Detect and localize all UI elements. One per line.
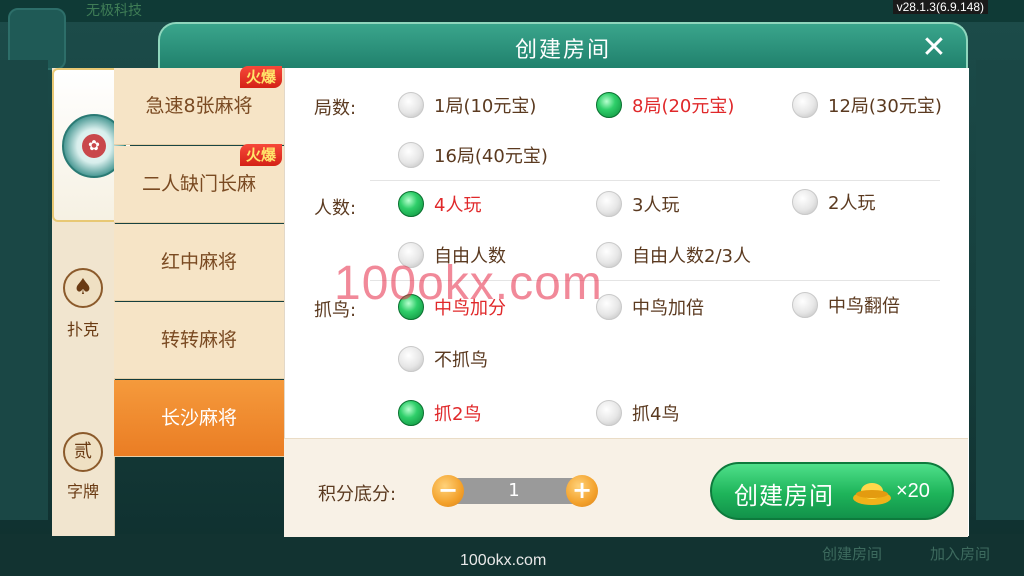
spade-icon: ♠ <box>63 268 103 308</box>
hot-badge: 火爆 <box>239 66 282 88</box>
category-column: ✿ ♠ 扑克 贰 字牌 <box>52 68 130 536</box>
radio-selected-icon <box>596 92 622 118</box>
option-text: 2人玩 <box>828 193 876 214</box>
game-item-jisu8[interactable]: 急速8张麻将 火爆 <box>114 66 284 145</box>
radio-selected-icon <box>398 191 424 217</box>
version-label: v28.1.3(6.9.148) <box>892 0 988 14</box>
gold-ingot-icon <box>853 483 891 505</box>
game-item-erren[interactable]: 二人缺门长麻 火爆 <box>114 144 284 223</box>
background-left-strip <box>0 60 48 520</box>
divider <box>370 180 940 181</box>
option-text: 抓4鸟 <box>632 404 680 425</box>
radio-icon <box>596 400 622 426</box>
game-item-label: 红中麻将 <box>160 251 237 273</box>
option-text: 自由人数 <box>434 246 506 267</box>
hot-badge: 火爆 <box>239 144 282 166</box>
zipai-icon: 贰 <box>63 432 103 472</box>
game-item-changsha[interactable]: 长沙麻将 <box>114 380 284 457</box>
option-text: 1局(10元宝) <box>434 96 537 117</box>
category-zipai[interactable]: 贰 字牌 <box>52 380 114 530</box>
score-label: 积分底分: <box>318 484 397 505</box>
option-text: 3人玩 <box>632 195 680 216</box>
birds-label: 抓鸟: <box>314 300 357 321</box>
option-text: 16局(40元宝) <box>434 146 548 167</box>
background-title: 无极科技 <box>86 3 142 19</box>
mahjong-emblem-center: ✿ <box>82 134 106 158</box>
radio-icon <box>398 142 424 168</box>
players-label: 人数: <box>314 198 357 219</box>
bottom-join-room: 加入房间 <box>930 545 991 563</box>
option-text: 中鸟加倍 <box>632 298 704 319</box>
category-poker-label: 扑克 <box>66 320 99 339</box>
radio-selected-icon <box>398 294 424 320</box>
dialog-header: 创建房间 ✕ <box>158 22 968 70</box>
option-text: 4人玩 <box>434 195 482 216</box>
dialog-title: 创建房间 <box>514 38 611 63</box>
option-text: 自由人数2/3人 <box>632 246 751 267</box>
game-item-label: 转转麻将 <box>160 329 237 351</box>
radio-icon <box>398 346 424 372</box>
radio-icon <box>792 92 818 118</box>
option-text: 12局(30元宝) <box>828 96 942 117</box>
divider <box>370 280 940 281</box>
radio-icon <box>596 294 622 320</box>
background-top-bar <box>0 0 1024 22</box>
create-room-button[interactable]: 创建房间 ×20 <box>710 462 954 520</box>
radio-icon <box>398 92 424 118</box>
background-right-strip <box>976 60 1024 520</box>
game-item-label: 长沙麻将 <box>160 407 237 429</box>
radio-icon <box>792 292 818 318</box>
rounds-label: 局数: <box>314 98 357 119</box>
radio-icon <box>596 242 622 268</box>
create-room-cost: ×20 <box>896 480 930 502</box>
radio-selected-icon <box>398 400 424 426</box>
game-item-label: 急速8张麻将 <box>145 95 253 117</box>
radio-icon <box>398 242 424 268</box>
close-icon[interactable]: ✕ <box>916 30 952 66</box>
game-item-hongzhong[interactable]: 红中麻将 <box>114 224 284 301</box>
create-room-label: 创建房间 <box>734 482 834 510</box>
radio-icon <box>792 189 818 215</box>
game-item-label: 二人缺门长麻 <box>141 173 256 195</box>
score-plus-button[interactable]: + <box>566 475 598 507</box>
bottom-watermark: 100okx.com <box>460 552 547 569</box>
game-list: 急速8张麻将 火爆 二人缺门长麻 火爆 红中麻将 转转麻将 长沙麻将 <box>114 66 284 458</box>
category-poker[interactable]: ♠ 扑克 <box>52 224 114 374</box>
option-text: 不抓鸟 <box>434 350 488 371</box>
game-item-zhuanzhuan[interactable]: 转转麻将 <box>114 302 284 379</box>
radio-icon <box>596 191 622 217</box>
option-text: 抓2鸟 <box>434 404 482 425</box>
option-text: 8局(20元宝) <box>632 96 735 117</box>
option-text: 中鸟加分 <box>434 298 506 319</box>
score-value: 1 <box>508 480 520 501</box>
option-text: 中鸟翻倍 <box>828 296 900 317</box>
bottom-create-room: 创建房间 <box>822 545 883 563</box>
score-minus-button[interactable]: − <box>432 475 464 507</box>
category-zipai-label: 字牌 <box>66 482 99 501</box>
